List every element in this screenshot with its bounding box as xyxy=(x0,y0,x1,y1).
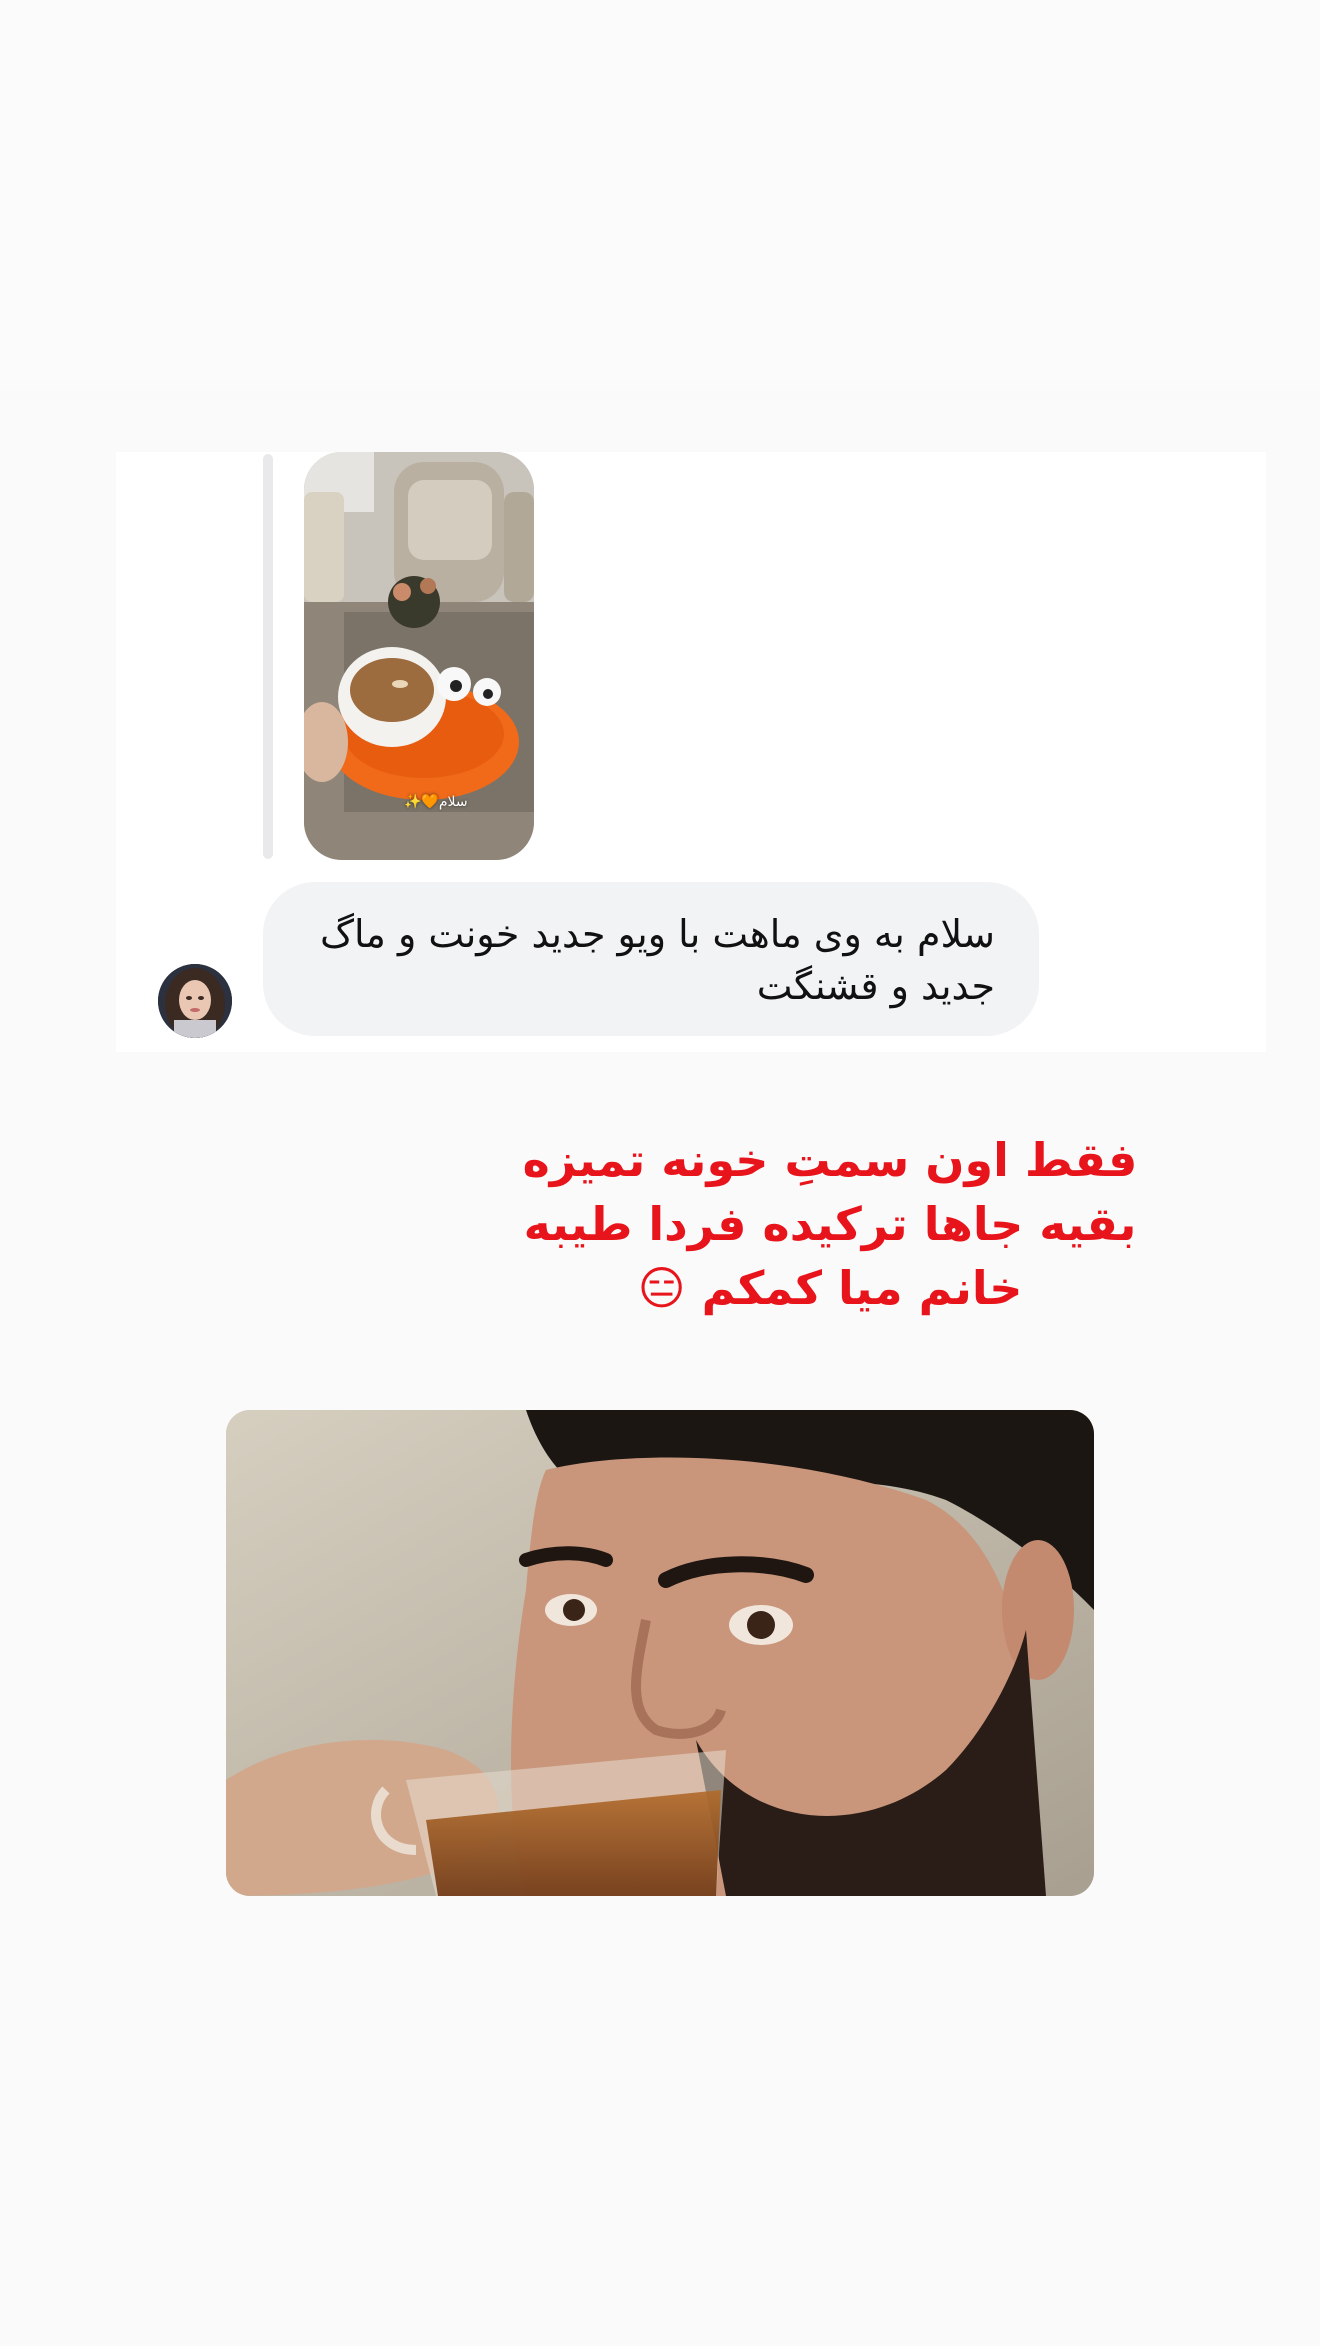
replied-story-thumbnail[interactable]: سلام🧡✨ xyxy=(304,452,534,860)
top-empty-area xyxy=(0,0,1320,390)
story-reply-indicator-bar xyxy=(263,454,273,859)
story-photo-image xyxy=(226,1410,1094,1896)
story-caption-text: سلام🧡✨ xyxy=(404,794,468,810)
avatar-image xyxy=(158,964,232,1038)
message-bubble[interactable]: سلام به وی ماهت با ویو جدید خونت و ماگ ج… xyxy=(263,882,1039,1036)
story-photo xyxy=(226,1410,1094,1896)
message-text: سلام به وی ماهت با ویو جدید خونت و ماگ ج… xyxy=(319,912,995,1008)
sender-avatar[interactable] xyxy=(158,964,232,1038)
story-overlay-text: فقط اون سمتِ خونه تمیزه بقیه جاها ترکیده… xyxy=(522,1133,1138,1315)
